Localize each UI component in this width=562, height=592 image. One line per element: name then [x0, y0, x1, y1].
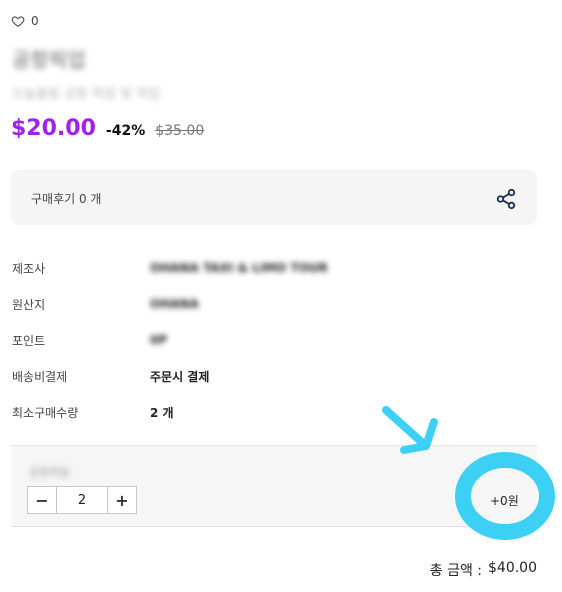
product-subtitle: 오늘출발 공항 픽업 및 픽업 [12, 87, 161, 102]
quantity-input[interactable]: 2 [57, 486, 107, 514]
info-value: 2 개 [150, 405, 174, 420]
like-row: 0 [11, 14, 39, 28]
arrow-icon [382, 406, 438, 454]
info-label: 포인트 [12, 333, 46, 348]
info-value: OHANA [150, 297, 199, 311]
decrease-button[interactable]: − [27, 486, 57, 514]
info-label: 제조사 [12, 261, 46, 276]
quantity-stepper: − 2 + [27, 486, 137, 514]
review-count[interactable]: 구매후기 0 개 [31, 190, 101, 207]
info-label: 최소구매수량 [12, 405, 79, 420]
total-amount: 총 금액 : $40.00 [430, 560, 537, 580]
info-row-points: 포인트 0P [12, 322, 532, 358]
annotation-overlay [382, 406, 555, 540]
info-value: 0P [150, 333, 168, 347]
info-value: 주문시 결제 [150, 369, 210, 384]
review-box: 구매후기 0 개 [11, 170, 537, 225]
discount-rate: -42% [105, 123, 146, 139]
info-row-manufacturer: 제조사 OHANA TAXI & LIMO TOUR [12, 250, 532, 286]
sale-price: $20.00 [11, 116, 96, 141]
info-label: 배송비결제 [12, 369, 68, 384]
info-label: 원산지 [12, 297, 46, 312]
total-value: $40.00 [488, 560, 537, 576]
like-count: 0 [31, 14, 39, 28]
highlight-circle [455, 452, 555, 540]
product-title: 공항픽업 [12, 48, 86, 72]
price-row: $20.00 -42% $35.00 [11, 116, 204, 141]
info-row-origin: 원산지 OHANA [12, 286, 532, 322]
option-name: 공항픽업 [29, 466, 70, 479]
info-value: OHANA TAXI & LIMO TOUR [150, 261, 328, 275]
increase-button[interactable]: + [107, 486, 137, 514]
share-icon[interactable] [495, 188, 517, 210]
info-row-shipping: 배송비결제 주문시 결제 [12, 358, 532, 394]
original-price: $35.00 [155, 123, 205, 139]
heart-icon[interactable] [11, 14, 25, 28]
total-label: 총 금액 : [429, 563, 482, 579]
